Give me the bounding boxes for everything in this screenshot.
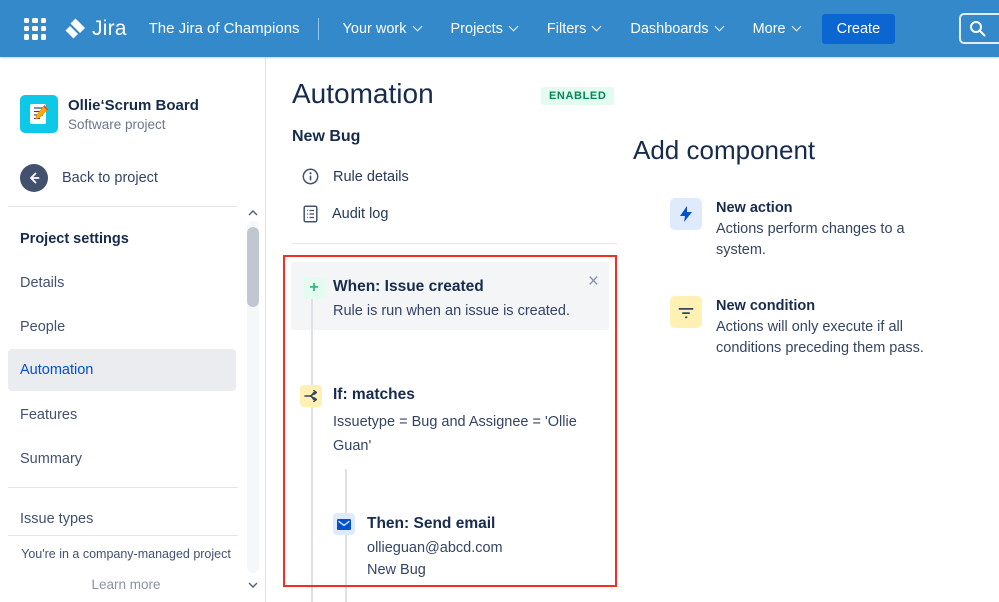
action-title[interactable]: Then: Send email (367, 515, 495, 533)
project-avatar (20, 95, 58, 133)
jira-automation-page: Jira The Jira of Champions Your work Pro… (0, 0, 999, 602)
app-switcher-icon[interactable] (24, 17, 46, 40)
new-condition-text: New condition Actions will only execute … (716, 296, 942, 359)
condition-title[interactable]: If: matches (333, 386, 415, 404)
site-title: The Jira of Champions (148, 20, 300, 37)
back-to-project-button[interactable]: Back to project (20, 164, 158, 192)
search-input[interactable] (959, 13, 999, 44)
condition-subtitle: Issuetype = Bug and Assignee = 'Ollie Gu… (333, 414, 577, 454)
info-icon (302, 168, 319, 185)
new-action-desc: Actions perform changes to a system. (716, 221, 905, 258)
sidebar-divider (8, 535, 238, 536)
project-type: Software project (68, 116, 166, 132)
trigger-plus-icon: + (303, 277, 325, 299)
nav-item-projects[interactable]: Projects (451, 21, 519, 37)
new-action-text: New action Actions perform changes to a … (716, 198, 942, 261)
nav-item-dashboards[interactable]: Dashboards (630, 21, 725, 37)
sidebar-item-people[interactable]: People (8, 307, 236, 347)
project-header: Ollie‘Scrum Board Software project (20, 95, 199, 133)
back-to-project-label: Back to project (62, 170, 158, 186)
status-badge: ENABLED (541, 87, 615, 105)
new-condition-title: New condition (716, 298, 816, 314)
new-action-title: New action (716, 200, 793, 216)
jira-logo[interactable]: Jira (62, 16, 127, 42)
close-icon[interactable]: × (588, 272, 599, 291)
top-navbar: Jira The Jira of Champions Your work Pro… (0, 0, 999, 57)
rule-connector-line (311, 299, 313, 602)
jira-logo-text: Jira (92, 16, 127, 40)
sidebar-item-automation[interactable]: Automation (8, 349, 236, 391)
learn-more-link[interactable]: Learn more (0, 577, 252, 592)
lightning-bolt-icon (670, 198, 702, 230)
scroll-up-icon[interactable] (246, 205, 260, 221)
chevron-down-icon (714, 21, 725, 32)
chevron-down-icon (591, 21, 602, 32)
rule-name: New Bug (292, 128, 361, 145)
trigger-title: When: Issue created (333, 278, 484, 295)
back-arrow-icon (20, 164, 48, 192)
search-icon (970, 21, 986, 37)
trigger-subtitle: Rule is run when an issue is created. (333, 303, 570, 319)
page-title: Automation (292, 78, 434, 109)
trigger-card[interactable]: + When: Issue created Rule is run when a… (291, 262, 609, 330)
new-condition-desc: Actions will only execute if all conditi… (716, 319, 924, 356)
audit-log-icon (303, 205, 318, 223)
notebook-pencil-icon (30, 104, 49, 124)
content-divider (292, 243, 617, 244)
automation-main: Automation ENABLED New Bug Rule details … (266, 57, 999, 602)
sidebar-item-details[interactable]: Details (8, 263, 236, 303)
sidebar-scrollbar[interactable] (246, 205, 260, 597)
chevron-down-icon (412, 21, 422, 32)
sidebar-section-title: Project settings (20, 231, 129, 247)
email-icon[interactable] (333, 513, 355, 535)
managed-project-note: You're in a company-managed project (21, 547, 231, 561)
scrollbar-thumb[interactable] (247, 227, 259, 307)
project-sidebar: Ollie‘Scrum Board Software project Back … (0, 57, 266, 602)
new-condition-item[interactable]: New condition Actions will only execute … (670, 296, 942, 359)
nav-item-filters[interactable]: Filters (547, 21, 602, 37)
rule-details-link[interactable]: Rule details (302, 168, 409, 185)
action-subject: New Bug (367, 562, 426, 578)
sidebar-item-features[interactable]: Features (8, 395, 236, 435)
project-name: Ollie‘Scrum Board (68, 96, 199, 114)
new-action-item[interactable]: New action Actions perform changes to a … (670, 198, 942, 261)
filter-icon (670, 296, 702, 328)
chevron-down-icon (508, 21, 519, 32)
create-button[interactable]: Create (821, 13, 896, 44)
nav-divider (317, 17, 319, 40)
sidebar-divider (8, 487, 238, 488)
nav-menu: Your work Projects Filters Dashboards Mo… (343, 21, 802, 37)
jira-logo-icon (65, 18, 85, 38)
rule-connector-line (345, 469, 347, 602)
sidebar-item-issue-types[interactable]: Issue types (8, 499, 236, 539)
nav-item-your-work[interactable]: Your work (343, 21, 422, 37)
audit-log-link[interactable]: Audit log (303, 205, 388, 223)
sidebar-divider (8, 206, 238, 207)
condition-branch-icon[interactable] (300, 385, 322, 407)
chevron-down-icon (791, 21, 802, 32)
add-component-title: Add component (633, 135, 816, 165)
sidebar-item-summary[interactable]: Summary (8, 439, 236, 479)
scroll-down-icon[interactable] (246, 577, 260, 593)
nav-item-more[interactable]: More (753, 21, 802, 37)
project-info: Ollie‘Scrum Board Software project (68, 97, 199, 132)
action-recipient: ollieguan@abcd.com (367, 540, 503, 556)
